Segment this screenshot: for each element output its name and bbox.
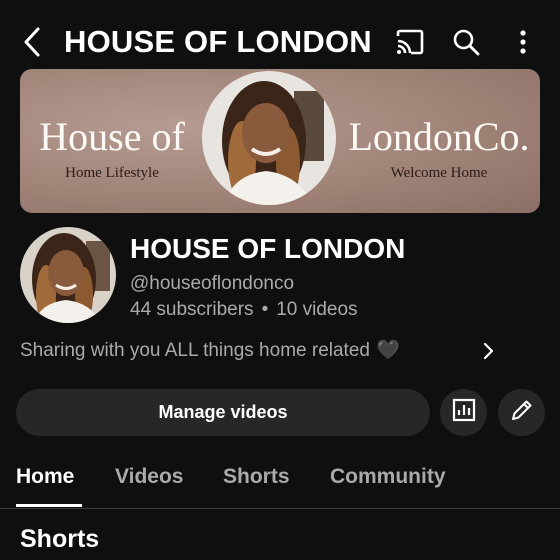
shorts-section-title: Shorts	[20, 525, 100, 553]
black-heart-icon: 🖤	[375, 340, 400, 361]
description-text: Sharing with you ALL things home related	[20, 340, 370, 361]
channel-stats: 44 subscribers • 10 videos	[130, 296, 358, 324]
analytics-button[interactable]	[440, 389, 487, 436]
channel-banner[interactable]: House of Home Lifestyle LondonCo. Welcom…	[20, 69, 540, 213]
chevron-right-icon	[478, 341, 498, 361]
banner-left-title: House of	[39, 114, 185, 159]
search-icon[interactable]	[446, 22, 486, 62]
cast-icon[interactable]	[390, 24, 430, 60]
tab-home[interactable]: Home	[16, 462, 74, 492]
stats-separator: •	[261, 299, 269, 320]
banner-right-subtitle: Welcome Home	[390, 165, 488, 181]
banner-left-subtitle: Home Lifestyle	[65, 165, 159, 181]
tab-community[interactable]: Community	[330, 462, 446, 492]
subscriber-count: 44 subscribers	[130, 299, 254, 320]
channel-title-header: HOUSE OF LONDON	[64, 24, 372, 59]
more-vertical-icon[interactable]	[506, 22, 540, 62]
channel-description[interactable]: Sharing with you ALL things home related…	[20, 336, 500, 366]
back-arrow-icon[interactable]	[14, 22, 50, 62]
banner-portrait-photo	[202, 71, 336, 205]
channel-handle: @houseoflondonco	[130, 273, 295, 294]
channel-avatar[interactable]	[20, 227, 116, 323]
video-count: 10 videos	[276, 299, 358, 320]
edit-channel-button[interactable]	[498, 389, 545, 436]
analytics-icon	[452, 398, 476, 427]
active-tab-indicator	[16, 504, 82, 507]
tab-videos[interactable]: Videos	[115, 462, 183, 492]
manage-videos-button[interactable]: Manage videos	[16, 389, 430, 436]
channel-tabs: Home Videos Shorts Community	[0, 450, 560, 508]
edit-pencil-icon	[510, 398, 534, 427]
banner-right-title: LondonCo.	[348, 114, 530, 159]
channel-name: HOUSE OF LONDON	[130, 233, 406, 264]
tab-shorts[interactable]: Shorts	[223, 462, 290, 492]
tabs-divider	[0, 508, 560, 509]
